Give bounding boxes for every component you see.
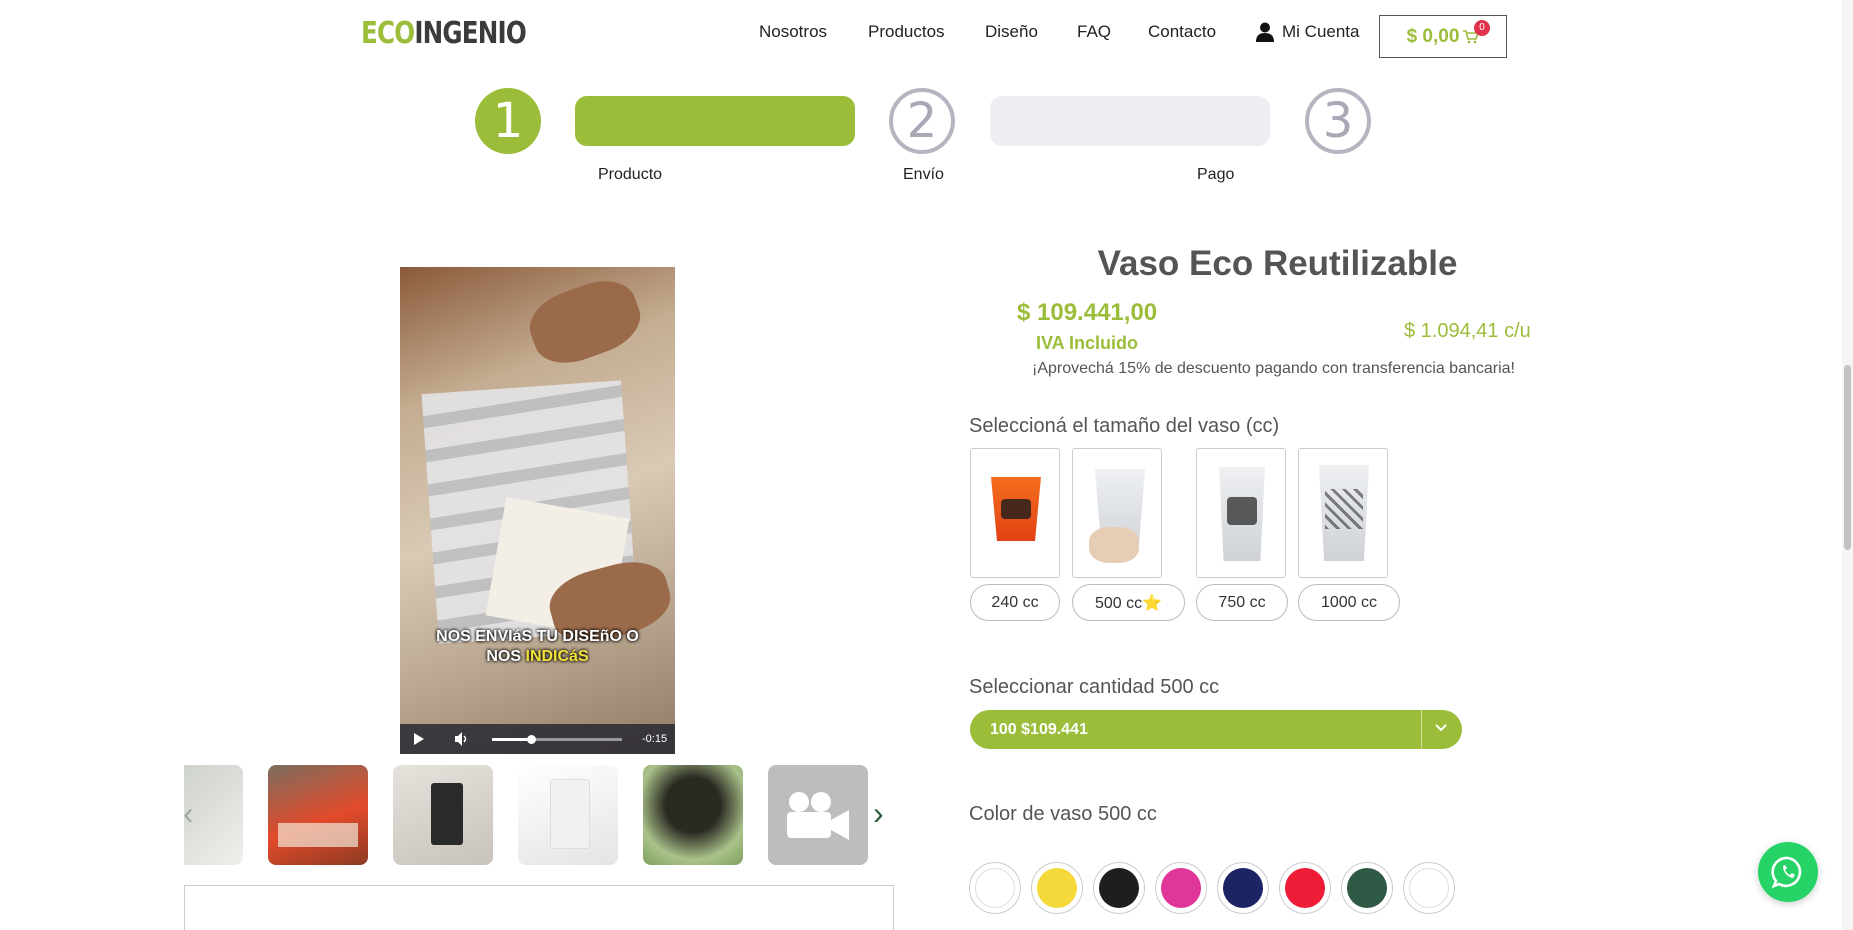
step-3-label: Pago — [1197, 166, 1235, 183]
color-dot — [1161, 868, 1201, 908]
color-swatch-red[interactable] — [1279, 862, 1331, 914]
size-card-240[interactable] — [970, 448, 1060, 578]
nav-faq[interactable]: FAQ — [1077, 22, 1111, 42]
color-swatch-green[interactable] — [1341, 862, 1393, 914]
color-dot — [1037, 868, 1077, 908]
thumbnail[interactable] — [643, 765, 743, 865]
description-box — [184, 885, 894, 930]
user-icon — [1256, 22, 1274, 42]
size-card-1000[interactable] — [1298, 448, 1388, 578]
product-video[interactable]: NOS ENVIáS TU DISEñO O NOS INDICáS -0:15 — [400, 267, 675, 754]
color-dot — [1285, 868, 1325, 908]
thumbnail-black-cup-image — [431, 783, 463, 845]
color-swatch-white[interactable] — [969, 862, 1021, 914]
scrollbar-thumb[interactable] — [1844, 365, 1851, 550]
size-option-1000[interactable]: 1000 cc — [1298, 584, 1400, 621]
color-dot — [1409, 868, 1449, 908]
cart-count-badge: 0 — [1474, 20, 1490, 36]
thumbnail[interactable] — [268, 765, 368, 865]
step-2-circle: 2 — [889, 88, 955, 154]
cup-print-image — [1227, 497, 1257, 525]
color-swatch-black[interactable] — [1093, 862, 1145, 914]
video-camera-icon — [787, 792, 849, 840]
color-dot — [975, 868, 1015, 908]
step-1-progress-bar — [575, 96, 855, 146]
product-title: Vaso Eco Reutilizable — [1097, 244, 1458, 283]
cup-print-image — [1325, 489, 1363, 529]
size-card-500[interactable] — [1072, 448, 1162, 578]
whatsapp-button[interactable] — [1758, 842, 1818, 902]
step-2-label: Envío — [903, 166, 944, 183]
quantity-value: 100 $109.441 — [990, 720, 1088, 738]
thumbnail[interactable] — [184, 765, 243, 865]
thumbnail-label-image — [278, 823, 358, 847]
color-dot — [1223, 868, 1263, 908]
step-1-label: Producto — [598, 166, 663, 183]
color-dot — [1347, 868, 1387, 908]
video-progress-knob[interactable] — [527, 735, 536, 744]
size-option-240[interactable]: 240 cc — [970, 584, 1060, 621]
video-time: -0:15 — [642, 733, 668, 745]
thumbnail-video[interactable] — [768, 765, 868, 865]
logo-eco: ECO — [361, 16, 415, 51]
size-card-750[interactable] — [1196, 448, 1286, 578]
thumbnail[interactable] — [518, 765, 618, 865]
color-swatch-clear[interactable] — [1403, 862, 1455, 914]
account-link[interactable]: Mi Cuenta — [1256, 22, 1359, 42]
video-caption-line2-a: NOS — [486, 648, 526, 665]
video-caption: NOS ENVIáS TU DISEñO O NOS INDICáS — [400, 627, 675, 667]
size-option-750[interactable]: 750 cc — [1196, 584, 1288, 621]
nav-nosotros[interactable]: Nosotros — [759, 22, 827, 42]
step-3-circle: 3 — [1305, 88, 1371, 154]
video-caption-line2: NOS INDICáS — [400, 647, 675, 667]
play-icon[interactable] — [414, 733, 424, 745]
step-2-progress-bar — [990, 96, 1270, 146]
account-label: Mi Cuenta — [1282, 22, 1360, 41]
site-header: ECOINGENIO Nosotros Productos Diseño FAQ… — [0, 0, 1853, 72]
logo-ingenio: INGENIO — [414, 16, 526, 51]
size-option-500[interactable]: 500 cc⭐ — [1072, 584, 1185, 621]
step-1-circle: 1 — [475, 88, 541, 154]
iva-note: IVA Incluido — [1036, 333, 1138, 353]
select-divider — [1421, 710, 1422, 749]
color-section-label: Color de vaso 500 cc — [969, 803, 1157, 825]
whatsapp-icon — [1771, 856, 1802, 889]
hand-image — [1089, 527, 1139, 563]
video-caption-line1: NOS ENVIáS TU DISEñO O — [436, 628, 639, 645]
quantity-select[interactable]: 100 $109.441 — [970, 710, 1462, 749]
video-controls: -0:15 — [400, 724, 675, 754]
size-section-label: Seleccioná el tamaño del vaso (cc) — [969, 415, 1280, 437]
logo[interactable]: ECOINGENIO — [361, 16, 527, 51]
cart-total: $ 0,00 — [1406, 25, 1460, 47]
video-progress-fill — [492, 738, 531, 741]
color-dot — [1099, 868, 1139, 908]
color-swatch-pink[interactable] — [1155, 862, 1207, 914]
cup-print-image — [1001, 499, 1031, 519]
nav-productos[interactable]: Productos — [868, 22, 945, 42]
thumb-next-arrow[interactable]: › — [873, 795, 884, 832]
nav-diseno[interactable]: Diseño — [985, 22, 1038, 42]
unit-price: $ 1.094,41 c/u — [1404, 320, 1531, 342]
thumbnail[interactable] — [393, 765, 493, 865]
thumbnail-clear-cup-image — [550, 779, 590, 849]
product-price: $ 109.441,00 — [1017, 299, 1158, 326]
chevron-down-icon — [1435, 724, 1447, 732]
volume-icon[interactable] — [455, 732, 469, 746]
video-caption-highlight: INDICáS — [525, 648, 589, 665]
quantity-section-label: Seleccionar cantidad 500 cc — [969, 676, 1220, 698]
discount-note: ¡Aprovechá 15% de descuento pagando con … — [1032, 360, 1515, 377]
video-progress-slider[interactable] — [492, 735, 622, 744]
color-swatch-yellow[interactable] — [1031, 862, 1083, 914]
nav-contacto[interactable]: Contacto — [1148, 22, 1216, 42]
color-swatch-navy[interactable] — [1217, 862, 1269, 914]
thumbnail-strip — [184, 765, 894, 865]
page-scrollbar[interactable] — [1842, 0, 1853, 930]
cart-button[interactable]: $ 0,00 0 — [1379, 15, 1507, 58]
